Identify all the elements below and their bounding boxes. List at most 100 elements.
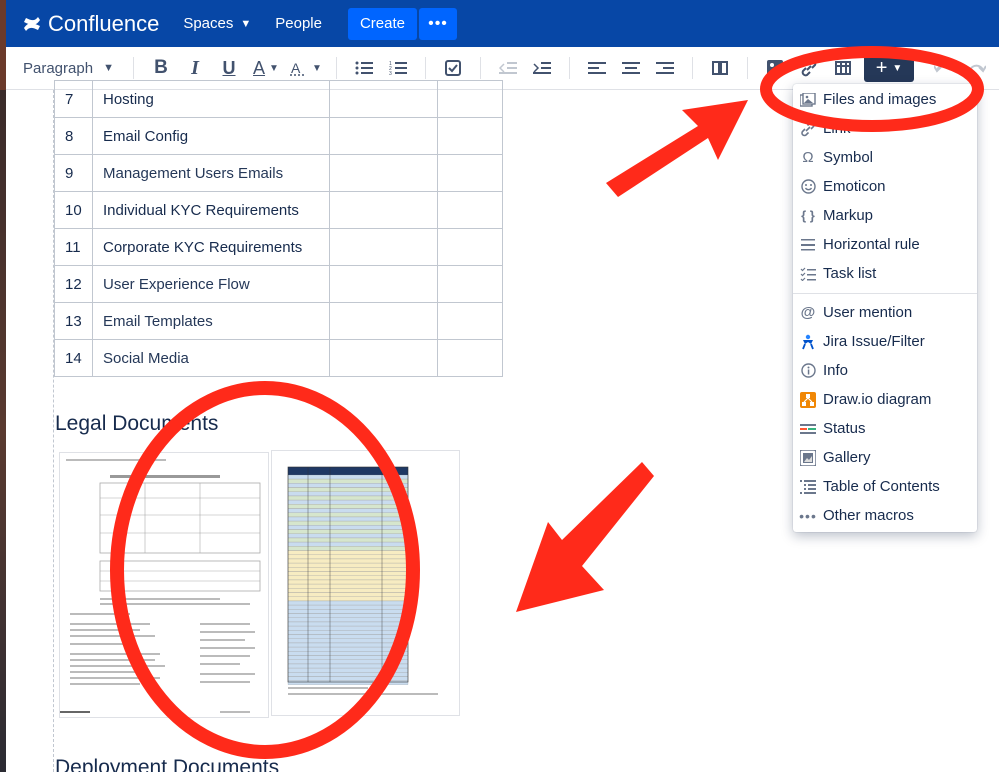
table-row[interactable]: 7 Hosting (54, 80, 503, 118)
table-cell[interactable] (437, 302, 503, 340)
italic-button[interactable]: I (178, 54, 212, 82)
table-row[interactable]: 9 Management Users Emails (54, 154, 503, 192)
menu-item-other-macros[interactable]: ••• Other macros (793, 501, 977, 530)
sheet-row (287, 542, 409, 547)
bold-button[interactable]: B (144, 54, 178, 82)
text-color-button[interactable]: A ▼ (246, 54, 286, 82)
table-cell[interactable] (329, 191, 438, 229)
chevron-down-icon: ▼ (240, 17, 252, 30)
table-cell[interactable] (437, 191, 503, 229)
legal-document-thumbnail[interactable] (59, 452, 269, 718)
insert-menu: Files and images Link Ω Symbol Emoticon … (793, 84, 977, 532)
menu-item-link[interactable]: Link (793, 114, 977, 143)
row-number: 7 (54, 80, 93, 118)
task-button[interactable] (436, 54, 470, 82)
align-left-button[interactable] (580, 54, 614, 82)
menu-item-user-mention[interactable]: @ User mention (793, 298, 977, 327)
outdent-button[interactable] (491, 54, 525, 82)
link-button[interactable] (792, 54, 826, 82)
menu-item-table-of-contents[interactable]: Table of Contents (793, 472, 977, 501)
menu-item-emoticon[interactable]: Emoticon (793, 172, 977, 201)
numbered-list-button[interactable]: 123 (381, 54, 415, 82)
sheet-row (287, 567, 409, 572)
sheet-row (287, 537, 409, 543)
menu-item-info[interactable]: Info (793, 356, 977, 385)
sheet-row (287, 655, 409, 660)
menu-item-markup[interactable]: { } Markup (793, 201, 977, 230)
paragraph-label: Paragraph (23, 59, 94, 77)
insert-more-button[interactable]: + ▼ (864, 54, 914, 82)
table-cell[interactable] (437, 80, 503, 118)
numbered-list-icon: 123 (389, 61, 407, 75)
indent-button[interactable] (525, 54, 559, 82)
menu-item-label: Jira Issue/Filter (823, 333, 925, 350)
row-number: 13 (54, 302, 93, 340)
row-name: Individual KYC Requirements (92, 191, 330, 229)
table-cell[interactable] (329, 302, 438, 340)
toolbar-divider (747, 57, 748, 79)
svg-text:A: A (291, 60, 301, 76)
layout-button[interactable] (703, 54, 737, 82)
bullet-list-button[interactable] (347, 54, 381, 82)
sheet-row (287, 680, 409, 685)
sheet-row (287, 621, 409, 627)
image-button[interactable] (758, 54, 792, 82)
sheet-row (287, 638, 409, 643)
text-format-button[interactable]: A ▼ (286, 54, 326, 82)
table-button[interactable] (826, 54, 860, 82)
table-cell[interactable] (437, 339, 503, 377)
sheet-row (287, 500, 409, 505)
align-center-button[interactable] (614, 54, 648, 82)
table-row[interactable]: 13 Email Templates (54, 302, 503, 340)
paragraph-style-dropdown[interactable]: Paragraph ▼ (23, 60, 123, 77)
row-name: Social Media (92, 339, 330, 377)
table-row[interactable]: 12 User Experience Flow (54, 265, 503, 303)
menu-item-jira[interactable]: Jira Issue/Filter (793, 327, 977, 356)
menu-item-status[interactable]: Status (793, 414, 977, 443)
undo-button[interactable] (926, 54, 960, 82)
table-cell[interactable] (437, 154, 503, 192)
table-cell[interactable] (329, 117, 438, 155)
menu-item-horizontal-rule[interactable]: Horizontal rule (793, 230, 977, 259)
table-row[interactable]: 11 Corporate KYC Requirements (54, 228, 503, 266)
sheet-row (287, 651, 409, 656)
redo-icon (969, 64, 986, 73)
menu-item-drawio[interactable]: Draw.io diagram (793, 385, 977, 414)
menu-item-files-and-images[interactable]: Files and images (793, 85, 977, 114)
spreadsheet-document-thumbnail[interactable] (271, 450, 460, 716)
menu-item-label: Files and images (823, 91, 937, 108)
people-link[interactable]: People (275, 15, 322, 32)
table-cell[interactable] (437, 228, 503, 266)
sheet-row (287, 575, 409, 580)
smiley-icon (793, 179, 823, 194)
create-button[interactable]: Create (347, 7, 417, 40)
menu-item-symbol[interactable]: Ω Symbol (793, 143, 977, 172)
table-cell[interactable] (329, 265, 438, 303)
table-row[interactable]: 8 Email Config (54, 117, 503, 155)
align-right-button[interactable] (648, 54, 682, 82)
confluence-logo[interactable]: Confluence (22, 11, 159, 37)
underline-button[interactable]: U (212, 54, 246, 82)
table-row[interactable]: 10 Individual KYC Requirements (54, 191, 503, 229)
spaces-menu[interactable]: Spaces ▼ (183, 15, 251, 32)
sheet-row (287, 479, 409, 484)
redo-button[interactable] (960, 54, 994, 82)
more-button[interactable]: ••• (419, 7, 457, 40)
row-number: 11 (54, 228, 93, 266)
braces-icon: { } (801, 208, 815, 223)
table-cell[interactable] (437, 265, 503, 303)
sheet-row (287, 588, 409, 593)
table-cell[interactable] (329, 154, 438, 192)
table-cell[interactable] (329, 80, 438, 118)
table-cell[interactable] (329, 228, 438, 266)
document-table[interactable]: 7 Hosting 8 Email Config 9 Management Us… (54, 80, 503, 377)
legal-documents-heading: Legal Documents (55, 412, 219, 435)
menu-item-gallery[interactable]: Gallery (793, 443, 977, 472)
sheet-row (287, 525, 409, 530)
table-cell[interactable] (329, 339, 438, 377)
confluence-editor: Confluence Spaces ▼ People Create ••• Pa… (0, 0, 999, 772)
table-row[interactable]: 14 Social Media (54, 339, 503, 377)
table-cell[interactable] (437, 117, 503, 155)
spreadsheet-preview-image (272, 451, 459, 715)
menu-item-task-list[interactable]: Task list (793, 259, 977, 288)
